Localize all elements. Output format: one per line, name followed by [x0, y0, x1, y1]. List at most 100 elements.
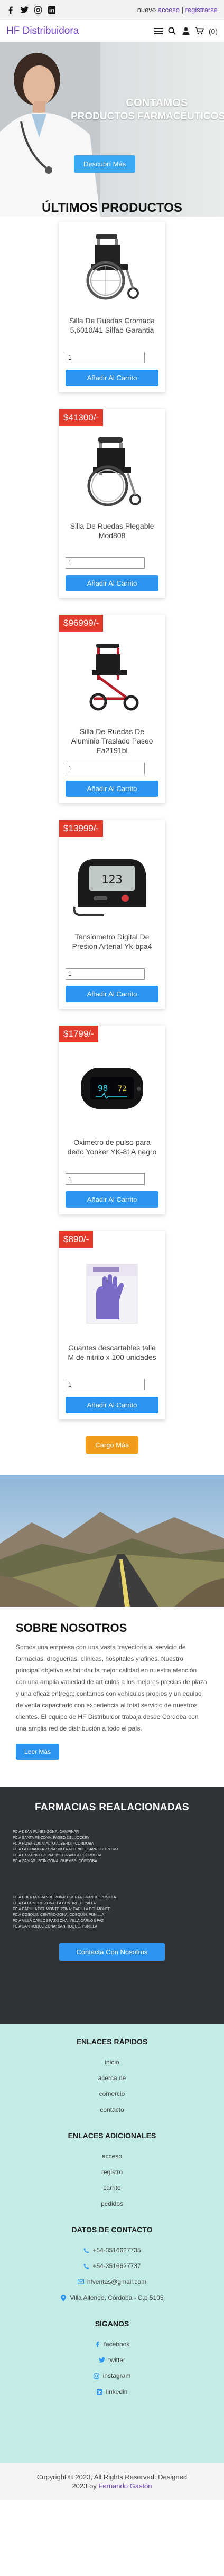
price-badge: $41300/- [59, 409, 104, 426]
register-link[interactable]: registrarse [185, 6, 218, 14]
address: Villa Allende, Córdoba - C.p 5105 [70, 2294, 164, 2301]
nav-icons: (0) [154, 26, 218, 36]
linkedin-icon[interactable] [48, 6, 56, 14]
wheelchair-red-icon [89, 644, 139, 711]
read-more-button[interactable]: Leer Más [16, 1744, 60, 1760]
product-name[interactable]: Tensiometro Digital De Presion Arterial … [66, 932, 158, 961]
quantity-input[interactable]: 1 [66, 1379, 145, 1390]
pharmacy-item: FCIA LA CUMBRE-ZONA: LA CUMBRE, PUNILLA [13, 1902, 96, 1905]
developer-link[interactable]: Fernando Gastón [98, 2482, 152, 2490]
phone-1: +54-3516627735 [92, 2246, 141, 2254]
pharmacy-item: FCIA SAN ROQUE-ZONA: SAN ROQUE, PUNILLA [13, 1925, 98, 1929]
price-badge: $96999/- [59, 615, 104, 632]
product-name[interactable]: Silla De Ruedas Plegable Mod808 [66, 521, 158, 550]
blood-pressure-monitor-icon: 123 [73, 859, 146, 916]
footer-link-contact[interactable]: contacto [0, 2102, 224, 2118]
footer-link-about[interactable]: acerca de [0, 2070, 224, 2086]
footer-twitter[interactable]: twitter [0, 2352, 224, 2368]
quick-links-title: ENLACES RÁPIDOS [76, 2037, 148, 2046]
product-card: Silla De Ruedas Cromada 5,6010/41 Silfab… [59, 222, 165, 392]
product-name[interactable]: Silla De Ruedas Cromada 5,6010/41 Silfab… [66, 316, 158, 344]
quantity-input[interactable]: 1 [66, 968, 145, 980]
contact-us-button[interactable]: Contacta Con Nosotros [59, 1943, 165, 1961]
pulse-oximeter-icon: 98 72 [81, 1068, 143, 1109]
pharmacy-item: FCIA LA GUARDIA-ZONA: VILLA ALLENDE, BAR… [13, 1848, 118, 1851]
copyright-bar: Copyright © 2023, All Rights Reserved. D… [0, 2463, 224, 2500]
map-pin-icon [60, 2294, 67, 2301]
load-more-wrap: Cargo Más [0, 1436, 224, 1454]
product-image[interactable] [66, 1254, 158, 1333]
cart-icon[interactable] [195, 26, 204, 36]
pharmacist-photo [0, 42, 100, 217]
add-to-cart-button[interactable]: Añadir Al Carrito [66, 781, 158, 797]
footer-link-login[interactable]: acceso [0, 2148, 224, 2164]
svg-text:123: 123 [101, 873, 123, 887]
product-list: Silla De Ruedas Cromada 5,6010/41 Silfab… [0, 217, 224, 1454]
quantity-input[interactable]: 1 [66, 352, 145, 363]
pharmacy-item: FCIA SANTA FÉ-ZONA: PASEO DEL JOCKEY [13, 1836, 90, 1840]
product-card: $890/- Guantes descartables talle M de n… [59, 1231, 165, 1419]
instagram-icon[interactable] [34, 6, 42, 14]
email-line[interactable]: hfventas@gmail.com [0, 2274, 224, 2290]
footer-instagram[interactable]: instagram [0, 2368, 224, 2384]
pharmacy-item: FCIA ROSA-ZONA: ALTO ALBERDI - CORDOBA [13, 1842, 94, 1846]
facebook-icon[interactable] [6, 6, 15, 14]
add-to-cart-button[interactable]: Añadir Al Carrito [66, 370, 158, 386]
related-pharmacies: FARMACIAS REALACIONADAS FCIA DEÁN FUNES-… [0, 1787, 224, 2024]
pharmacy-item: FCIA SAN AGUSTÍN-ZONA: GUEMES, CÓRDOBA [13, 1859, 97, 1863]
quantity-input[interactable]: 1 [66, 557, 145, 569]
twitter-icon [98, 2357, 105, 2363]
product-card: $13999/- 123 Tensiometro Digital De Pres… [59, 820, 165, 1009]
add-to-cart-button[interactable]: Añadir Al Carrito [66, 986, 158, 1002]
product-card: $96999/- Silla De Ruedas De Aluminio Tra… [59, 615, 165, 803]
footer-linkedin[interactable]: linkedin [0, 2384, 224, 2400]
brand-logo[interactable]: HF Distribuidora [6, 25, 79, 37]
search-icon[interactable] [167, 26, 177, 36]
hero-title-line1: CONTAMOS [126, 97, 188, 109]
instagram-icon [94, 2373, 100, 2379]
footer: ENLACES RÁPIDOS inicio acerca de comerci… [0, 2024, 224, 2500]
add-to-cart-button[interactable]: Añadir Al Carrito [66, 575, 158, 591]
linkedin-icon [97, 2389, 103, 2395]
pharmacies-title: FARMACIAS REALACIONADAS [35, 1802, 189, 1813]
gloves-box-icon [86, 1264, 138, 1324]
footer-link-home[interactable]: inicio [0, 2054, 224, 2070]
load-more-button[interactable]: Cargo Más [86, 1436, 138, 1454]
pharmacy-item: FCIA HUERTA GRANDE-ZONA: HUERTA GRANDE, … [13, 1896, 116, 1900]
price-badge: $13999/- [59, 820, 104, 837]
footer-facebook[interactable]: facebook [0, 2336, 224, 2352]
price-badge: $1799/- [59, 1026, 98, 1042]
product-image[interactable] [66, 227, 158, 306]
follow-title: SÍGANOS [95, 2319, 129, 2328]
user-icon[interactable] [181, 26, 191, 36]
product-image[interactable]: 123 [66, 843, 158, 923]
twitter-icon[interactable] [20, 6, 29, 14]
product-image[interactable] [66, 433, 158, 512]
phone-icon [83, 2263, 89, 2269]
quantity-input[interactable]: 1 [66, 763, 145, 774]
product-image[interactable] [66, 638, 158, 717]
svg-text:98: 98 [98, 1083, 108, 1093]
pharmacy-item: FCIA ITUZAINGÓ-ZONA: B° ITUZAINGÓ, CÓRDO… [13, 1854, 102, 1857]
footer-link-orders[interactable]: pedidos [0, 2196, 224, 2212]
instagram-label: instagram [102, 2372, 131, 2380]
product-name[interactable]: Silla De Ruedas De Aluminio Traslado Pas… [66, 727, 158, 755]
footer-link-shop[interactable]: comercio [0, 2086, 224, 2102]
address-line: Villa Allende, Córdoba - C.p 5105 [0, 2290, 224, 2306]
follow-us: SÍGANOS facebook twitter instagram linke… [0, 2319, 224, 2400]
phone-line-1[interactable]: +54-3516627735 [0, 2242, 224, 2258]
phone-line-2[interactable]: +54-3516627737 [0, 2258, 224, 2274]
product-image[interactable]: 98 72 [66, 1049, 158, 1128]
cart-count[interactable]: (0) [209, 27, 218, 35]
menu-icon[interactable] [154, 26, 163, 36]
phone-2: +54-3516627737 [92, 2262, 141, 2270]
footer-link-register[interactable]: registro [0, 2164, 224, 2180]
product-name[interactable]: Guantes descartables talle M de nitrilo … [66, 1343, 158, 1371]
discover-more-button[interactable]: Descubrí Más [74, 155, 136, 173]
product-name[interactable]: Oximetro de pulso para dedo Yonker YK-81… [66, 1137, 158, 1166]
add-to-cart-button[interactable]: Añadir Al Carrito [66, 1397, 158, 1413]
login-link[interactable]: acceso [158, 6, 180, 14]
quantity-input[interactable]: 1 [66, 1173, 145, 1185]
footer-link-cart[interactable]: carrito [0, 2180, 224, 2196]
add-to-cart-button[interactable]: Añadir Al Carrito [66, 1191, 158, 1208]
